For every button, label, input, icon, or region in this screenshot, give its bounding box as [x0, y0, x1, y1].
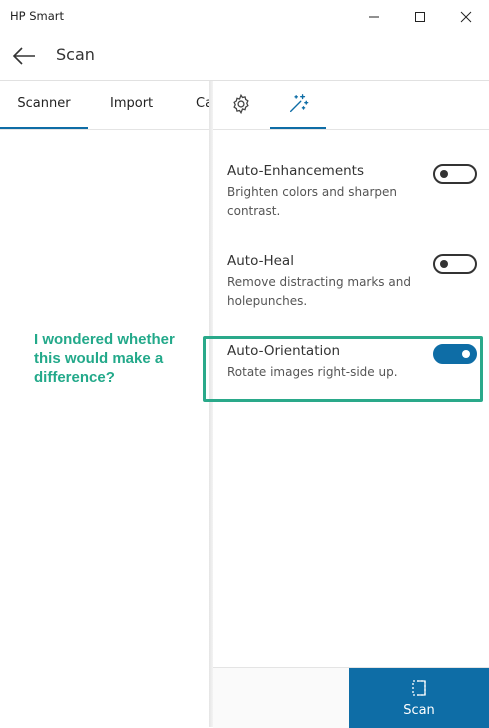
bottom-bar: Scan: [213, 667, 489, 728]
tab-scanner-label: Scanner: [17, 96, 71, 111]
back-arrow-icon: [12, 47, 35, 65]
gear-icon: [233, 93, 249, 115]
setting-description: Remove distracting marks and holepunches…: [227, 275, 411, 308]
scan-button-label: Scan: [403, 702, 435, 718]
scan-button[interactable]: Scan: [349, 668, 489, 728]
setting-auto-heal: Auto-Heal Remove distracting marks and h…: [227, 252, 477, 311]
setting-description: Brighten colors and sharpen contrast.: [227, 185, 397, 218]
tab-camera-label: Ca: [196, 96, 209, 111]
tab-scanner[interactable]: Scanner: [0, 81, 88, 129]
scan-icon: [412, 679, 426, 696]
source-tabs: Scanner Import Ca: [0, 81, 209, 130]
app-title: HP Smart: [10, 9, 65, 23]
toggle-knob: [440, 170, 448, 178]
maximize-button[interactable]: [397, 0, 443, 34]
auto-heal-toggle[interactable]: [433, 254, 477, 274]
magic-wand-icon: [289, 94, 309, 113]
page-title: Scan: [56, 45, 95, 64]
page-header: Scan: [0, 34, 489, 78]
annotation-text: I wondered whether this would make a dif…: [34, 331, 175, 386]
title-bar: HP Smart: [0, 0, 489, 34]
close-icon: [460, 11, 472, 23]
minimize-icon: [369, 16, 379, 18]
tab-settings[interactable]: [213, 81, 269, 127]
minimize-button[interactable]: [351, 0, 397, 34]
toggle-knob: [440, 260, 448, 268]
auto-enhancements-toggle[interactable]: [433, 164, 477, 184]
right-panel: Auto-Enhancements Brighten colors and sh…: [213, 81, 489, 727]
tab-import-label: Import: [110, 96, 154, 111]
tab-enhancements[interactable]: [270, 81, 326, 129]
tab-camera[interactable]: Ca: [196, 81, 209, 127]
maximize-icon: [415, 12, 425, 22]
close-button[interactable]: [443, 0, 489, 34]
annotation-highlight-box: [203, 336, 483, 402]
settings-tabs: [213, 81, 489, 130]
setting-auto-enhancements: Auto-Enhancements Brighten colors and sh…: [227, 162, 477, 221]
back-button[interactable]: [10, 44, 38, 68]
tab-import[interactable]: Import: [110, 81, 153, 127]
left-panel: Scanner Import Ca: [0, 81, 209, 727]
